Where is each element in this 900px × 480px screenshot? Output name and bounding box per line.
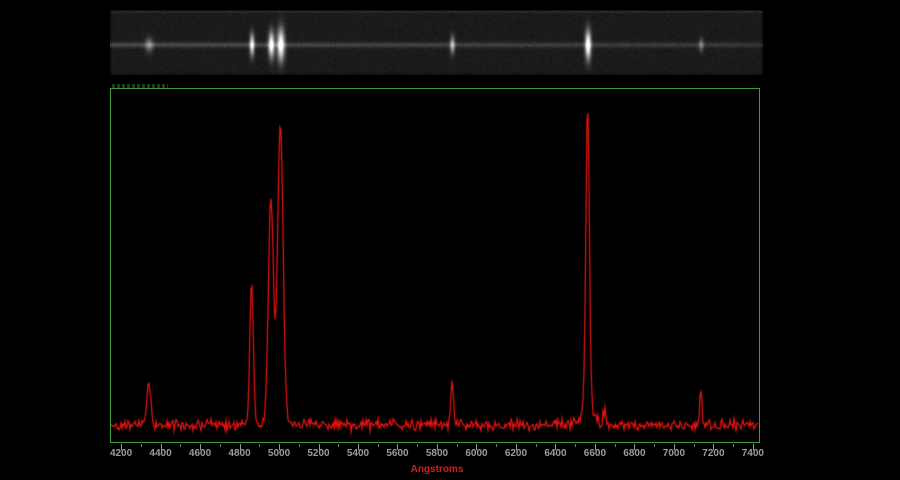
x-axis-minor-tick bbox=[536, 444, 537, 447]
x-axis-tick-label: 6400 bbox=[533, 448, 577, 459]
spectrum-strip-image[interactable] bbox=[110, 10, 763, 75]
x-axis-minor-tick bbox=[654, 444, 655, 447]
x-axis-tick-label: 7000 bbox=[652, 448, 696, 459]
x-axis-minor-tick bbox=[496, 444, 497, 447]
spectrum-workspace: 4200440046004800500052005400560058006000… bbox=[0, 0, 900, 480]
x-axis-tick-label: 6600 bbox=[573, 448, 617, 459]
x-axis-minor-tick bbox=[180, 444, 181, 447]
x-axis-tick-label: 4400 bbox=[139, 448, 183, 459]
x-axis-minor-tick bbox=[220, 444, 221, 447]
x-axis-minor-tick bbox=[378, 444, 379, 447]
x-axis-minor-tick bbox=[457, 444, 458, 447]
x-axis-minor-tick bbox=[417, 444, 418, 447]
x-axis-tick-label: 6200 bbox=[494, 448, 538, 459]
x-axis-tick-label: 6000 bbox=[454, 448, 498, 459]
x-axis-tick-label: 6800 bbox=[612, 448, 656, 459]
x-axis-tick-label: 4600 bbox=[178, 448, 222, 459]
spectrum-profile-plot[interactable] bbox=[111, 89, 759, 442]
x-axis-tick-label: 5200 bbox=[297, 448, 341, 459]
x-axis-tick-label: 5600 bbox=[375, 448, 419, 459]
x-axis-minor-tick bbox=[259, 444, 260, 447]
x-axis-minor-tick bbox=[141, 444, 142, 447]
x-axis-minor-tick bbox=[694, 444, 695, 447]
x-axis-tick-label: 5400 bbox=[336, 448, 380, 459]
x-axis-tick-label: 5800 bbox=[415, 448, 459, 459]
profile-plot-frame bbox=[110, 88, 760, 443]
x-axis-title: Angstroms bbox=[337, 464, 537, 475]
x-axis-tick-label: 7200 bbox=[691, 448, 735, 459]
x-axis-tick-label: 4200 bbox=[99, 448, 143, 459]
x-axis-minor-tick bbox=[615, 444, 616, 447]
x-axis-minor-tick bbox=[338, 444, 339, 447]
x-axis-tick-label: 7400 bbox=[731, 448, 775, 459]
x-axis-minor-tick bbox=[575, 444, 576, 447]
x-axis-minor-tick bbox=[733, 444, 734, 447]
x-axis-tick-label: 5000 bbox=[257, 448, 301, 459]
x-axis-minor-tick bbox=[299, 444, 300, 447]
x-axis-tick-label: 4800 bbox=[218, 448, 262, 459]
